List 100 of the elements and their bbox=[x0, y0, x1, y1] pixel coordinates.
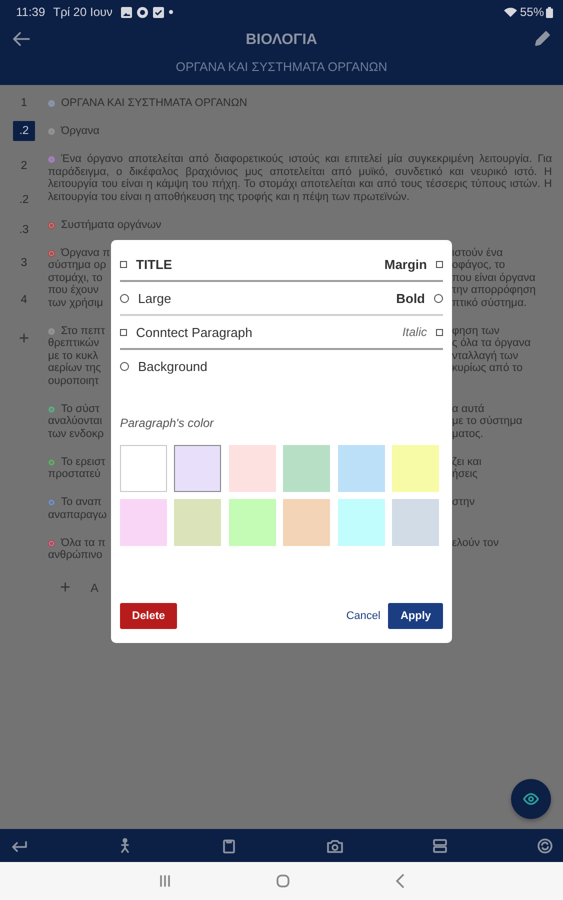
paragraph-text: νταλλαγή των bbox=[452, 350, 518, 362]
paragraph-text: Όργανα π bbox=[61, 246, 110, 258]
paragraph-text: την απορρόφηση bbox=[452, 284, 536, 296]
paragraph-text: Στο πεπτ bbox=[61, 324, 106, 336]
dot-icon bbox=[168, 10, 173, 14]
battery-percent: 55% bbox=[520, 5, 544, 19]
page-title: ΒΙΟΛΟΓΙΑ bbox=[244, 30, 318, 48]
outline-number[interactable]: 1 bbox=[13, 93, 35, 113]
checkbox[interactable] bbox=[436, 260, 443, 268]
back-chevron-icon bbox=[394, 874, 404, 888]
paragraph-text: προστατεύ bbox=[48, 468, 101, 480]
add-icon[interactable]: + bbox=[60, 577, 71, 598]
camera-button[interactable] bbox=[326, 838, 344, 854]
color-swatch[interactable] bbox=[228, 499, 276, 546]
outline-number[interactable]: .2 bbox=[13, 121, 35, 141]
recent-apps-button[interactable] bbox=[158, 875, 170, 887]
paragraph-text: πτικό σύστημα. bbox=[452, 296, 527, 309]
paragraph-text: Όλα τα π bbox=[61, 536, 106, 548]
paragraph-text: ΟΡΓΑΝΑ ΚΑΙ ΣΥΣΤΗΜΑΤΑ ΟΡΓΑΝΩΝ bbox=[48, 97, 552, 110]
option-label: Italic bbox=[402, 325, 427, 339]
color-swatch[interactable] bbox=[392, 499, 439, 546]
back-nav-button[interactable] bbox=[394, 874, 404, 888]
color-swatch[interactable] bbox=[174, 445, 222, 492]
paragraph-text: των χρήσιμ bbox=[48, 296, 104, 308]
sync-icon bbox=[536, 838, 553, 854]
checkbox[interactable] bbox=[436, 328, 443, 336]
paragraph-text: Όργανα bbox=[48, 125, 552, 138]
paragraph-text: Το αναπ bbox=[61, 496, 102, 508]
paragraph-text: που έχουν bbox=[48, 284, 99, 296]
circle-icon bbox=[136, 6, 148, 18]
clipboard-icon bbox=[221, 838, 238, 854]
paragraph-text: αναπαραγω bbox=[48, 508, 107, 520]
paragraph-text: Συστήματα οργάνων bbox=[48, 218, 552, 231]
option-label: Large bbox=[138, 290, 172, 306]
color-swatch[interactable] bbox=[174, 499, 222, 546]
option-label: Background bbox=[138, 358, 208, 374]
paragraph-text: στομάχι, το bbox=[48, 272, 102, 284]
add-paragraph-link[interactable]: Α bbox=[90, 580, 99, 594]
paragraph-text: ουροποιητ bbox=[48, 374, 99, 386]
option-label: Margin bbox=[384, 256, 427, 272]
radio-button[interactable] bbox=[434, 294, 443, 302]
paragraph-text: ζει και bbox=[452, 456, 482, 468]
cancel-button[interactable]: Cancel bbox=[344, 610, 382, 622]
sync-button[interactable] bbox=[536, 838, 553, 854]
apply-button[interactable]: Apply bbox=[388, 603, 443, 629]
delete-button[interactable]: Delete bbox=[120, 603, 178, 629]
paragraph-text: αναλύονται bbox=[48, 415, 102, 427]
paragraph-text: ήσεις bbox=[452, 468, 478, 480]
outline-number[interactable]: .3 bbox=[13, 220, 35, 240]
color-swatch[interactable] bbox=[338, 445, 385, 492]
color-swatch[interactable] bbox=[283, 445, 330, 492]
paragraph-text: ιστούν ένα bbox=[452, 246, 503, 259]
paragraph-text: οφάγος, το bbox=[452, 259, 505, 272]
color-swatch[interactable] bbox=[228, 445, 276, 492]
camera-icon bbox=[326, 838, 344, 854]
checkbox[interactable] bbox=[120, 260, 127, 268]
paragraph-text: ς όλα τα όργανα bbox=[452, 337, 531, 350]
color-label: Paragraph's color bbox=[120, 416, 215, 430]
paragraph-text: Το ερειστ bbox=[61, 456, 106, 468]
paragraph-text: α αυτά bbox=[452, 402, 484, 415]
home-icon bbox=[276, 874, 290, 888]
status-time: 11:39 bbox=[16, 5, 46, 19]
outline-number[interactable]: 4 bbox=[13, 290, 35, 310]
outline-number[interactable]: 2 bbox=[13, 156, 35, 176]
paragraph-text: αερίων της bbox=[48, 362, 101, 374]
wifi-icon bbox=[504, 7, 517, 17]
home-button[interactable] bbox=[276, 874, 290, 888]
outline-number[interactable]: 3 bbox=[13, 253, 35, 273]
radio-button[interactable] bbox=[120, 294, 129, 302]
back-arrow-icon bbox=[12, 31, 30, 47]
paragraph-text: με το σύστημα bbox=[452, 415, 522, 428]
layout-icon bbox=[432, 838, 448, 854]
paragraph-text: των ενδοκρ bbox=[48, 428, 104, 440]
color-swatch[interactable] bbox=[392, 445, 439, 492]
pencil-icon bbox=[533, 30, 551, 48]
color-swatch[interactable] bbox=[338, 499, 385, 546]
page-subtitle: ΟΡΓΑΝΑ ΚΑΙ ΣΥΣΤΗΜΑΤΑ ΟΡΓΑΝΩΝ bbox=[176, 60, 388, 74]
paragraph-text: που είναι όργανα bbox=[452, 272, 536, 284]
layout-button[interactable] bbox=[432, 838, 448, 854]
paragraph-text: με το κυκλ bbox=[48, 350, 98, 362]
paragraph-text: κυρίως από το bbox=[452, 362, 523, 374]
outline-number[interactable]: + bbox=[13, 328, 35, 348]
eye-icon bbox=[523, 793, 539, 805]
check-square-icon bbox=[152, 6, 164, 18]
radio-button[interactable] bbox=[120, 362, 129, 370]
paragraph-text: θρεπτικών bbox=[48, 337, 100, 349]
color-swatch[interactable] bbox=[120, 445, 167, 492]
color-swatch[interactable] bbox=[120, 499, 167, 546]
checkbox[interactable] bbox=[120, 328, 127, 336]
back-button[interactable] bbox=[10, 29, 32, 49]
battery-icon bbox=[546, 6, 553, 18]
preview-fab[interactable] bbox=[511, 779, 551, 819]
clipboard-button[interactable] bbox=[221, 838, 238, 854]
paragraph-text: στην bbox=[452, 496, 475, 508]
paragraph-text: ανθρώπινο bbox=[48, 549, 102, 561]
outline-number[interactable]: .2 bbox=[13, 190, 35, 210]
paragraph-text: Ένα όργανο αποτελείται από διαφορετικούς ιστούς και επιτελεί μία συγκεκριμένη λειτουργία. Για παράδειγμα, ο δικέφαλος βραχιόνιος μυς αποτελείται από μυϊκό, συνδετικό και νευρικό ιστό. Η λειτουργία του είναι η κάμψη του πήχη. Το στομάχι αποτελείται και από τους τέσσερις τύπους ιστών. Η λειτουργία του είναι η αποθήκευση της τροφής και η πέψη των πρωτεϊνών. bbox=[48, 153, 552, 203]
paragraph-text: ελούν τον bbox=[452, 536, 499, 549]
paragraph-text: φηση των bbox=[452, 324, 500, 337]
color-swatch[interactable] bbox=[283, 499, 330, 546]
